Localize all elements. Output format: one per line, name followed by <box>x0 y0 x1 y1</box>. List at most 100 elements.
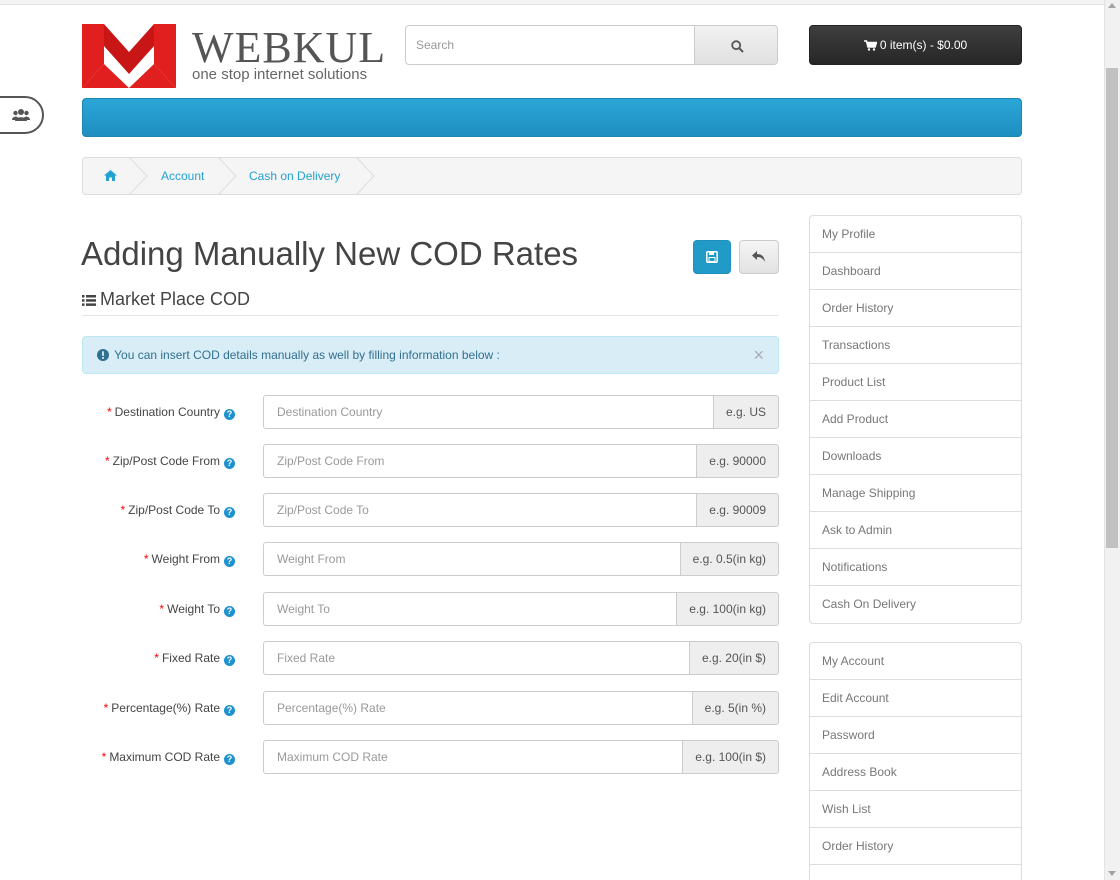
menu-item-edit-account[interactable]: Edit Account <box>810 680 1021 717</box>
field-label-text: Maximum COD Rate <box>109 750 220 764</box>
account-menu: My Account Edit Account Password Address… <box>809 642 1022 880</box>
field-label: * Fixed Rate? <box>154 641 235 675</box>
field-label-text: Weight To <box>167 602 220 616</box>
scroll-up-arrow[interactable] <box>1108 3 1116 8</box>
scroll-down-arrow[interactable] <box>1108 871 1116 876</box>
help-icon[interactable]: ? <box>224 655 235 666</box>
field-label-text: Zip/Post Code To <box>128 503 220 517</box>
form-row-weight-from: *Weight From? e.g. 0.5(in kg) <box>82 542 779 576</box>
back-button[interactable] <box>739 240 779 274</box>
zip-from-input[interactable] <box>263 444 696 478</box>
menu-item-transactions[interactable]: Transactions <box>810 327 1021 364</box>
field-label-text: Weight From <box>151 552 220 566</box>
field-hint: e.g. US <box>712 395 779 429</box>
field-hint: e.g. 100(in kg) <box>676 592 779 626</box>
help-icon[interactable]: ? <box>224 754 235 765</box>
zip-to-input[interactable] <box>263 493 696 527</box>
search-button[interactable] <box>694 25 778 65</box>
menu-item-account-order-history[interactable]: Order History <box>810 828 1021 865</box>
menu-item-cut-off[interactable] <box>810 865 1021 880</box>
field-label: * Weight To? <box>159 592 235 626</box>
field-label-text: Percentage(%) Rate <box>111 701 220 715</box>
save-button[interactable] <box>693 240 731 274</box>
menu-item-order-history[interactable]: Order History <box>810 290 1021 327</box>
search-icon <box>731 40 744 53</box>
help-icon[interactable]: ? <box>224 705 235 716</box>
menu-item-notifications[interactable]: Notifications <box>810 549 1021 586</box>
divider <box>82 315 779 316</box>
menu-item-cash-on-delivery[interactable]: Cash On Delivery <box>810 586 1021 623</box>
cart-icon <box>863 40 878 51</box>
weight-to-input[interactable] <box>263 592 676 626</box>
users-icon <box>12 109 30 121</box>
section-heading: Market Place COD <box>82 288 250 310</box>
side-panel-toggle[interactable] <box>0 96 44 134</box>
menu-item-product-list[interactable]: Product List <box>810 364 1021 401</box>
field-label-text: Zip/Post Code From <box>112 454 220 468</box>
help-icon[interactable]: ? <box>224 556 235 567</box>
save-icon <box>706 251 718 263</box>
required-mark: * <box>154 651 159 665</box>
field-hint: e.g. 0.5(in kg) <box>679 542 779 576</box>
section-heading-text: Market Place COD <box>100 289 251 309</box>
field-hint: e.g. 90009 <box>696 493 779 527</box>
menu-item-wish-list[interactable]: Wish List <box>810 791 1021 828</box>
form-row-maximum-cod-rate: *Maximum COD Rate? e.g. 100(in $) <box>82 740 779 774</box>
logo-mark <box>82 24 176 88</box>
form-row-zip-from: *Zip/Post Code From? e.g. 90000 <box>82 444 779 478</box>
required-mark: * <box>101 750 107 764</box>
close-icon[interactable]: × <box>753 337 764 373</box>
help-icon[interactable]: ? <box>224 458 235 469</box>
cart-label: 0 item(s) - $0.00 <box>879 38 968 52</box>
field-label: * Zip/Post Code From? <box>105 444 235 478</box>
page-title: Adding Manually New COD Rates <box>81 235 579 272</box>
search-input[interactable] <box>405 25 694 65</box>
menu-item-my-account[interactable]: My Account <box>810 643 1021 680</box>
reply-icon <box>752 251 765 262</box>
menu-item-ask-to-admin[interactable]: Ask to Admin <box>810 512 1021 549</box>
menu-item-password[interactable]: Password <box>810 717 1021 754</box>
main-navbar <box>82 98 1022 137</box>
required-mark: * <box>159 602 165 616</box>
required-mark: * <box>143 552 149 566</box>
form-row-destination-country: *Destination Country? e.g. US <box>82 395 779 429</box>
weight-from-input[interactable] <box>263 542 680 576</box>
alert-text: You can insert COD details manually as w… <box>114 348 500 362</box>
field-label: * Destination Country? <box>107 395 235 429</box>
help-icon[interactable]: ? <box>224 606 235 617</box>
menu-item-my-profile[interactable]: My Profile <box>810 216 1021 253</box>
webkul-logo[interactable]: WEBKUL one stop internet solutions <box>82 24 385 88</box>
cart-button[interactable]: 0 item(s) - $0.00 <box>809 25 1022 65</box>
field-label: * Zip/Post Code To? <box>120 493 235 527</box>
form-row-weight-to: *Weight To? e.g. 100(in kg) <box>82 592 779 626</box>
field-hint: e.g. 20(in $) <box>688 641 779 675</box>
form-row-fixed-rate: *Fixed Rate? e.g. 20(in $) <box>82 641 779 675</box>
page-scrollbar[interactable] <box>1104 0 1120 880</box>
breadcrumb-cash-on-delivery[interactable]: Cash on Delivery <box>249 158 340 194</box>
maximum-cod-rate-input[interactable] <box>263 740 682 774</box>
menu-item-downloads[interactable]: Downloads <box>810 438 1021 475</box>
help-icon[interactable]: ? <box>224 409 235 420</box>
menu-item-dashboard[interactable]: Dashboard <box>810 253 1021 290</box>
home-icon <box>104 170 117 181</box>
help-icon[interactable]: ? <box>224 507 235 518</box>
info-alert: You can insert COD details manually as w… <box>82 336 779 374</box>
fixed-rate-input[interactable] <box>263 641 689 675</box>
menu-item-manage-shipping[interactable]: Manage Shipping <box>810 475 1021 512</box>
percentage-rate-input[interactable] <box>263 691 693 725</box>
menu-item-address-book[interactable]: Address Book <box>810 754 1021 791</box>
field-hint: e.g. 90000 <box>696 444 779 478</box>
list-icon <box>82 295 96 306</box>
field-label: * Weight From? <box>144 542 235 576</box>
scroll-thumb[interactable] <box>1106 68 1118 548</box>
breadcrumb-separator <box>218 157 237 195</box>
required-mark: * <box>120 503 126 517</box>
breadcrumb-account[interactable]: Account <box>161 158 204 194</box>
field-label: * Percentage(%) Rate? <box>104 691 235 725</box>
logo-name: WEBKUL <box>192 23 387 72</box>
destination-country-input[interactable] <box>263 395 716 429</box>
breadcrumb-home[interactable] <box>104 158 117 194</box>
field-label-text: Fixed Rate <box>161 651 220 665</box>
menu-item-add-product[interactable]: Add Product <box>810 401 1021 438</box>
breadcrumb-separator <box>356 157 375 195</box>
